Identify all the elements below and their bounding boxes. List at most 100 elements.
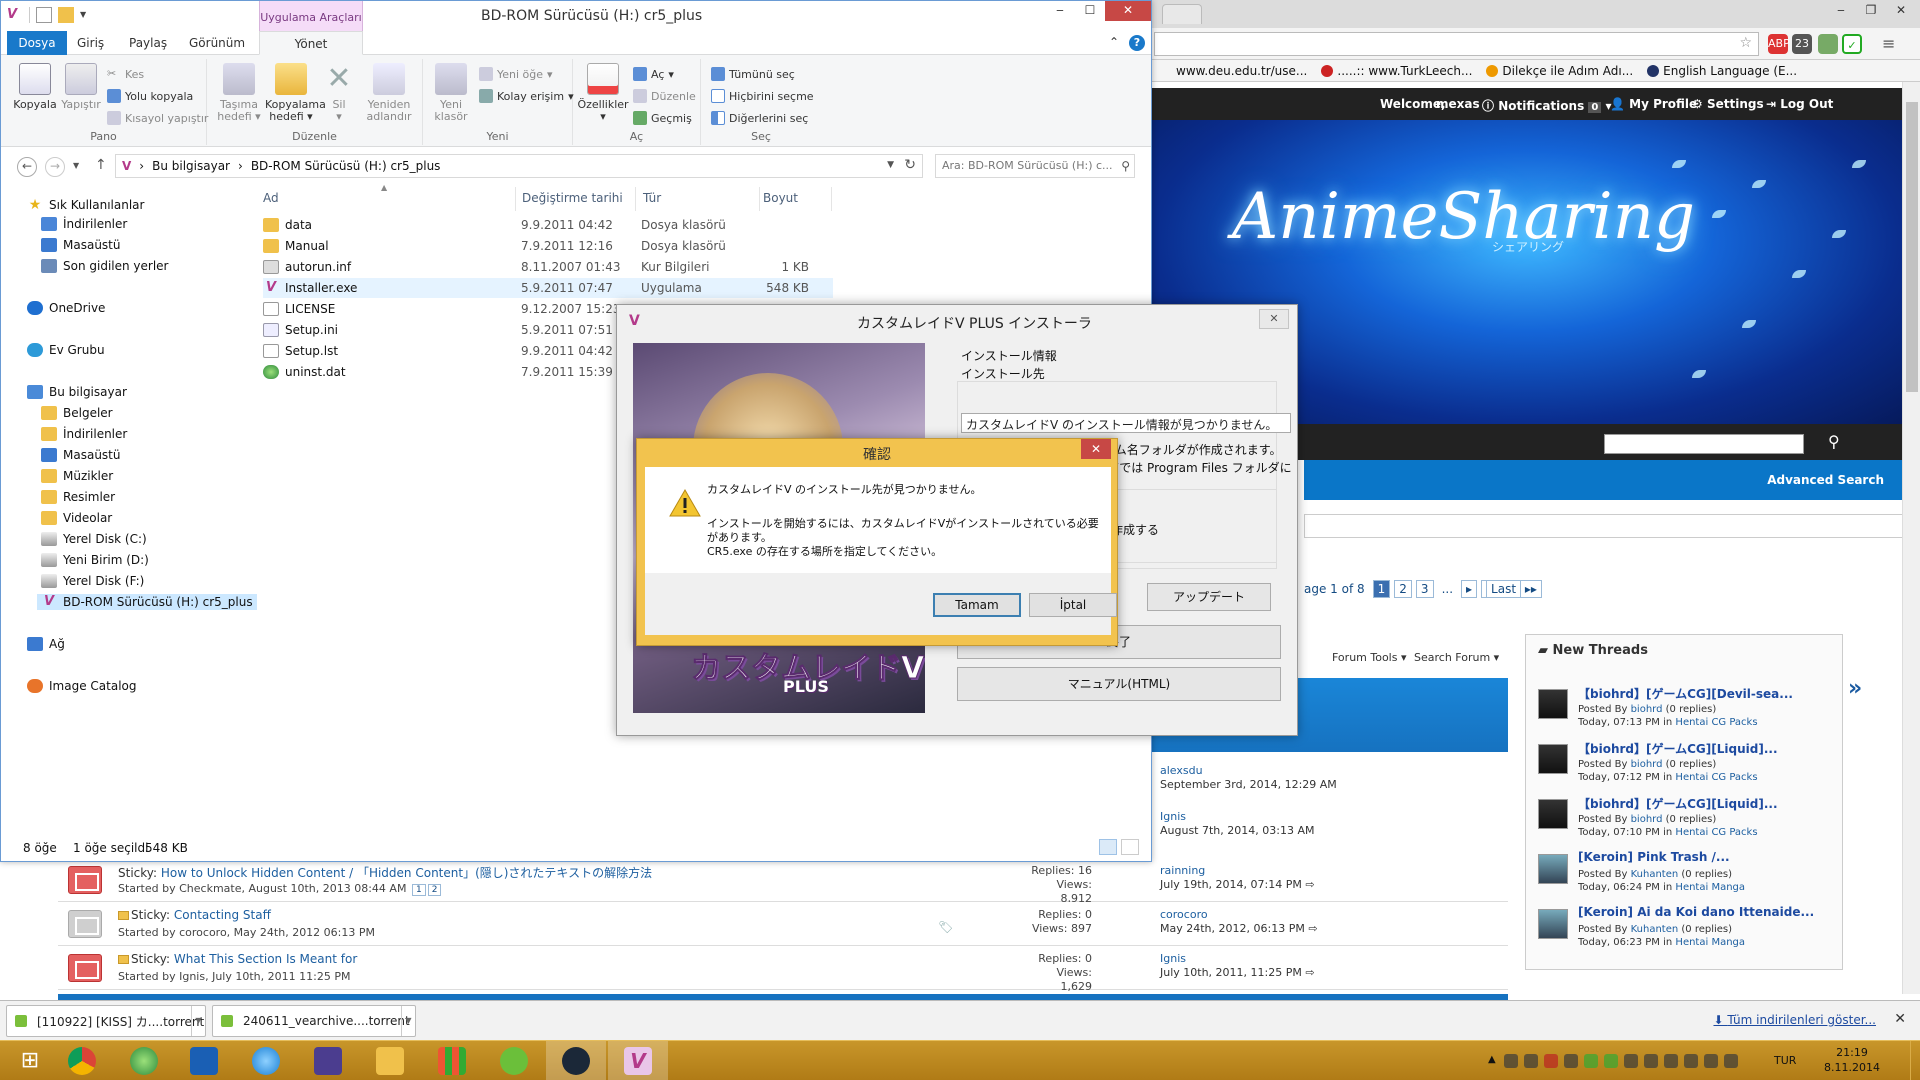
cut-button[interactable]: ✂ Kes [107,67,144,81]
nav-network[interactable]: Ağ [27,637,65,651]
download-item[interactable]: 240611_vearchive....torrent ▼ [212,1005,416,1037]
avatar[interactable] [1538,689,1568,719]
rename-button[interactable]: Yeniden adlandır [361,63,417,123]
nav-drive-c[interactable]: Yerel Disk (C:) [41,532,147,546]
copy-path-button[interactable]: Yolu kopyala [107,89,193,103]
tab-view[interactable]: Görünüm [179,31,255,55]
taskbar-globe[interactable] [114,1041,174,1080]
back-button[interactable]: ← [17,157,37,177]
page-link[interactable]: 3 [1415,580,1434,598]
new-folder-button[interactable]: Yeni klasör [429,63,473,123]
nav-favorites[interactable]: ★ Sık Kullanılanlar [27,197,145,213]
notifications-link[interactable]: ⓘ Notifications 0 ▾ [1482,97,1612,114]
show-all-downloads-link[interactable]: ⬇ Tüm indirilenleri göster... [1713,1013,1876,1027]
cancel-button[interactable]: İptal [1029,593,1117,617]
shield-icon[interactable] [1664,1054,1678,1068]
taskbar-utorrent[interactable] [484,1041,544,1080]
show-desktop-button[interactable] [1910,1041,1920,1080]
address-input[interactable]: ☆ [1154,32,1759,56]
nav-pictures[interactable]: Resimler [41,490,115,504]
breadcrumb-thispc[interactable]: Bu bilgisayar [152,159,230,173]
nav-desktop[interactable]: Masaüstü [41,238,120,252]
tray-icon[interactable] [1604,1054,1618,1068]
star-icon[interactable]: ☆ [1739,35,1752,51]
extension-badge[interactable]: 23 [1792,34,1812,54]
thread-link[interactable]: How to Unlock Hidden Content / 「Hidden C… [161,866,652,880]
last-page-link[interactable]: Last ▸▸ [1481,580,1542,598]
tray-icon[interactable] [1644,1054,1658,1068]
search-input[interactable]: Ara: BD-ROM Sürücüsü (H:) c... ⚲ [935,154,1135,178]
nav-downloads[interactable]: İndirilenler [41,217,127,231]
copy-button[interactable]: Kopyala [9,63,61,111]
tray-icon[interactable] [1584,1054,1598,1068]
nav-desktop-pc[interactable]: Masaüstü [41,448,120,462]
tray-icon[interactable] [1544,1054,1558,1068]
up-arrow-icon[interactable]: ↑ [95,157,107,173]
file-row[interactable]: V Installer.exe 5.9.2011 07:47 Uygulama 548 … [263,278,833,298]
site-search-input[interactable] [1604,434,1804,454]
minimize-icon[interactable]: ‒ [1826,0,1856,20]
install-dest-field[interactable]: カスタムレイドV のインストール情報が見つかりません。 [961,413,1291,433]
file-row[interactable]: data 9.9.2011 04:42 Dosya klasörü [263,215,833,235]
page-link[interactable]: 2 [427,884,442,896]
bookmark-item[interactable]: www.deu.edu.tr/use... [1176,64,1307,78]
new-item-button[interactable]: Yeni öğe ▾ [479,67,553,81]
thread-title-link[interactable]: 【biohrd】[ゲームCG][Devil-sea... [1578,685,1793,702]
paste-shortcut-button[interactable]: Kısayol yapıştır [107,111,208,125]
flag-icon[interactable] [1684,1054,1698,1068]
close-icon[interactable]: ✕ [1081,439,1111,459]
nav-music[interactable]: Müzikler [41,469,113,483]
language-indicator[interactable]: TUR [1774,1054,1796,1067]
go-to-post-icon[interactable]: ⇨ [1305,966,1314,979]
easy-access-button[interactable]: Kolay erişim ▾ [479,89,574,103]
extension-icon[interactable] [1818,34,1838,54]
last-post-user[interactable]: Ignis [1160,810,1314,824]
details-view-icon[interactable] [1099,839,1117,855]
chevron-up-icon[interactable]: ⌃ [1109,35,1119,51]
volume-icon[interactable] [1704,1054,1718,1068]
ok-button[interactable]: Tamam [933,593,1021,617]
move-to-button[interactable]: Taşıma hedefi ▾ [213,63,265,123]
help-icon[interactable]: ? [1129,35,1145,51]
nav-documents[interactable]: Belgeler [41,406,113,420]
forum-tools-menu[interactable]: Forum Tools ▾ [1332,651,1407,664]
my-profile-link[interactable]: 👤 My Profile [1610,97,1697,111]
tab-share[interactable]: Paylaş [119,31,177,55]
bookmark-item[interactable]: English Language (E... [1647,64,1797,78]
paste-button[interactable]: Yapıştır [55,63,107,111]
column-name[interactable]: Ad [263,191,279,205]
table-row[interactable]: Sticky: How to Unlock Hidden Content / 「… [58,858,1508,905]
restore-icon[interactable]: ❐ [1856,0,1886,20]
edit-button[interactable]: Düzenle [633,89,696,103]
username-link[interactable]: mexas [1436,97,1480,111]
thread-link[interactable]: What This Section Is Meant for [174,952,357,966]
search-forum-menu[interactable]: Search Forum ▾ [1414,651,1499,664]
open-button[interactable]: Aç ▾ [633,67,674,81]
bookmark-item[interactable]: .....:: www.TurkLeech... [1321,64,1472,78]
adblock-icon[interactable]: ABP [1768,34,1790,54]
tab-manage[interactable]: Yönet [259,31,363,55]
installer-v-icon[interactable]: V [7,7,23,23]
taskbar-app[interactable] [298,1041,358,1080]
browser-scrollbar[interactable] [1902,82,1920,994]
select-none-button[interactable]: Hiçbirini seçme [711,89,814,103]
nav-drive-h[interactable]: V BD-ROM Sürücüsü (H:) cr5_plus [37,594,257,610]
nav-drive-d[interactable]: Yeni Birim (D:) [41,553,149,567]
shield-icon[interactable]: ✓ [1842,34,1862,54]
tray-icon[interactable] [1504,1054,1518,1068]
tray-arrow-icon[interactable]: ▲ [1488,1054,1498,1068]
taskbar-ie[interactable] [236,1041,296,1080]
maximize-icon[interactable]: ☐ [1075,1,1105,21]
close-icon[interactable]: ✕ [1105,1,1151,21]
avatar[interactable] [1538,744,1568,774]
taskbar-maxthon[interactable] [174,1041,234,1080]
chevron-down-icon[interactable]: ▼ [80,7,88,23]
large-icons-view-icon[interactable] [1121,839,1139,855]
properties-icon[interactable] [36,7,52,23]
select-all-button[interactable]: Tümünü seç [711,67,795,81]
last-post-user[interactable]: alexsdu [1160,764,1337,778]
recent-locations-icon[interactable]: ▼ [73,161,79,170]
logout-link[interactable]: ⇥ Log Out [1766,97,1833,111]
nav-videos[interactable]: Videolar [41,511,112,525]
thread-title-link[interactable]: [Keroin] Ai da Koi dano Ittenaide... [1578,905,1814,919]
